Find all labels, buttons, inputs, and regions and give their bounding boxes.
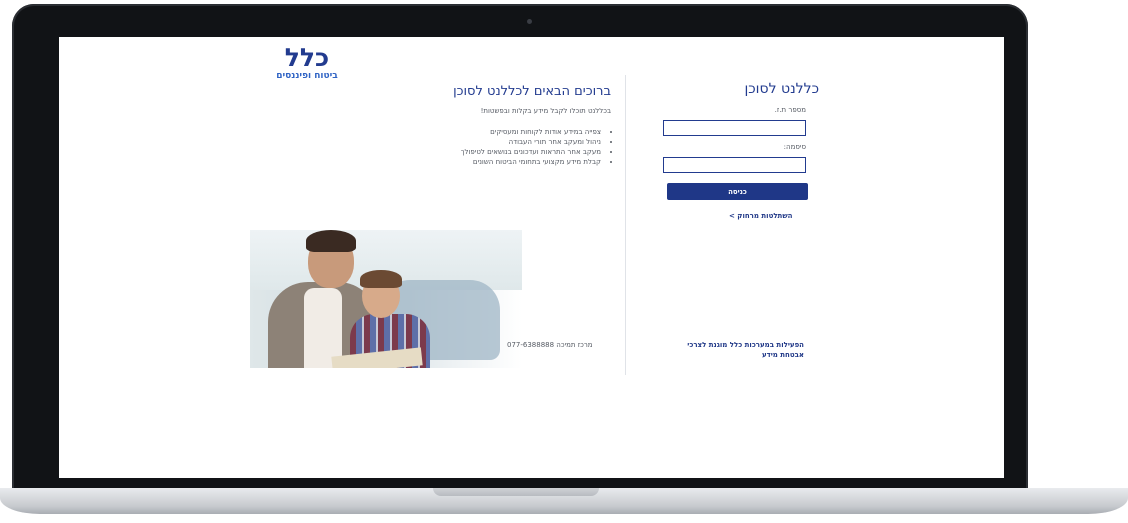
photo-boy-hair xyxy=(360,270,402,288)
password-label: סיסמה: xyxy=(783,143,806,151)
login-button[interactable]: כניסה xyxy=(667,183,808,200)
feature-item: מעקב אחר התראות ועדכונים בנושאים לטיפולך xyxy=(461,147,601,157)
password-input[interactable] xyxy=(663,157,806,173)
feature-item: קבלת מידע מקצועי בתחומי הביטוח השונים xyxy=(461,157,601,167)
photo-man-hair xyxy=(306,230,356,252)
login-title: כללנט לסוכן xyxy=(744,81,819,97)
logo-tagline: ביטוח ופיננסים xyxy=(276,71,338,81)
id-label: מספר ת.ז. xyxy=(774,106,806,114)
laptop-notch xyxy=(433,488,599,496)
feature-list: צפייה במידע אודות לקוחות ומעסיקים ניהול … xyxy=(461,127,611,167)
logo-wordmark: כלל xyxy=(284,43,330,72)
column-divider xyxy=(625,75,626,375)
feature-item: צפייה במידע אודות לקוחות ומעסיקים xyxy=(461,127,601,137)
welcome-title: ברוכים הבאים לכללנט לסוכן xyxy=(453,84,611,99)
brand-logo[interactable]: כלל ביטוח ופיננסים xyxy=(262,43,352,83)
support-phone: מרכז תמיכה 077-6388888 xyxy=(507,341,593,349)
id-number-input[interactable] xyxy=(663,120,806,136)
remote-support-link[interactable]: השתלטות מרחוק > xyxy=(729,212,792,220)
camera-icon xyxy=(527,19,532,24)
hero-photo xyxy=(250,230,522,368)
security-notice: הפעילות במערכות כלל מוגנת לצרכי אבטחת מי… xyxy=(687,341,804,359)
welcome-subtitle: בכללנט תוכלו לקבל מידע בקלות ובפשטות! xyxy=(480,107,611,115)
feature-item: ניהול ומעקב אחר תורי העבודה xyxy=(461,137,601,147)
laptop-lid: כלל ביטוח ופיננסים ברוכים הבאים לכללנט ל… xyxy=(12,4,1028,490)
laptop-base xyxy=(0,488,1128,514)
browser-viewport: כלל ביטוח ופיננסים ברוכים הבאים לכללנט ל… xyxy=(59,37,1004,478)
